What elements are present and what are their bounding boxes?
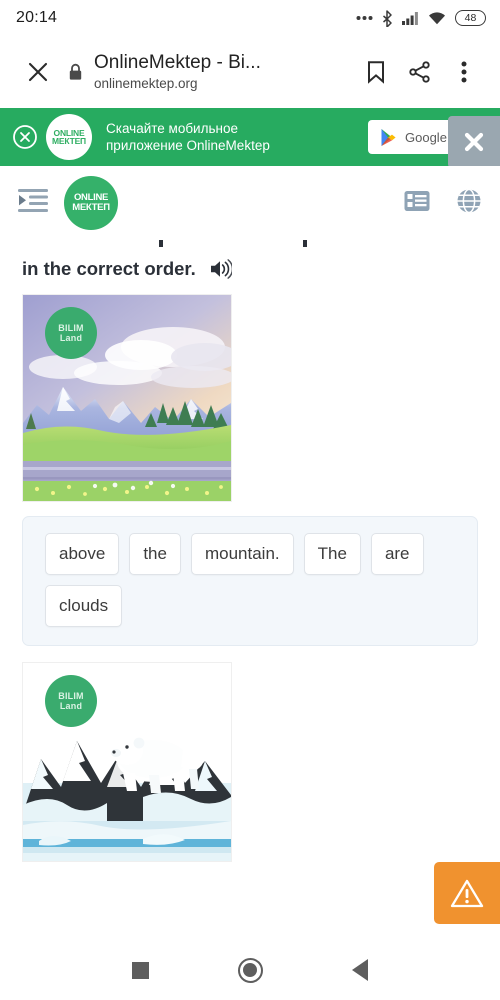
word-tile[interactable]: clouds bbox=[45, 585, 123, 627]
illustration-polar-bear-wrap: BILIM Land bbox=[22, 662, 478, 862]
android-navigation-bar bbox=[0, 940, 500, 1000]
battery-indicator: 48 bbox=[455, 10, 486, 26]
badge-line1: BILIM bbox=[58, 322, 84, 333]
ad-close-overlay-button[interactable] bbox=[448, 116, 500, 166]
promo-text-line2: приложение OnlineMektep bbox=[106, 138, 270, 153]
language-globe-icon bbox=[457, 188, 481, 213]
word-tile[interactable]: the bbox=[129, 533, 181, 575]
bluetooth-icon bbox=[383, 9, 392, 27]
promo-message: Скачайте мобильное приложение OnlineMekt… bbox=[92, 120, 368, 154]
play-audio-button[interactable] bbox=[210, 259, 232, 279]
page-title: OnlineMektep - Bi... bbox=[94, 52, 261, 73]
triangle-back-icon bbox=[352, 959, 368, 981]
close-icon bbox=[28, 62, 48, 82]
more-vertical-icon bbox=[461, 61, 467, 83]
browser-menu-button[interactable] bbox=[442, 50, 486, 94]
word-bank[interactable]: above the mountain. The are clouds bbox=[22, 516, 478, 646]
app-logo-line2: МЕКТЕП bbox=[72, 202, 110, 213]
lesson-content: in the correct order. BILIM Land above t… bbox=[0, 240, 500, 862]
status-icon-group: 48 bbox=[356, 9, 486, 27]
clipped-text-row bbox=[22, 240, 478, 256]
speaker-icon bbox=[210, 259, 232, 279]
back-button[interactable] bbox=[305, 959, 415, 981]
content-list-icon bbox=[404, 190, 430, 211]
status-clock: 20:14 bbox=[16, 9, 58, 26]
badge-line2: Land bbox=[59, 333, 83, 343]
promo-text-line1: Скачайте мобильное bbox=[106, 121, 238, 136]
clipped-glyph-right bbox=[303, 240, 307, 247]
badge-line1: BILIM bbox=[58, 690, 84, 701]
browser-actions bbox=[354, 50, 486, 94]
promo-logo-line2: МЕКТЕП bbox=[52, 136, 86, 146]
circle-icon bbox=[237, 957, 263, 983]
report-problem-button[interactable] bbox=[434, 862, 500, 924]
language-button[interactable] bbox=[456, 188, 482, 219]
illustration-polar-bear[interactable]: BILIM Land bbox=[22, 662, 232, 862]
app-header-actions bbox=[404, 188, 482, 219]
promo-app-logo: ONLINE МЕКТЕП bbox=[46, 114, 92, 160]
page-host: onlinemektep.org bbox=[94, 76, 198, 91]
question-text: in the correct order. bbox=[22, 258, 196, 279]
app-header: ONLINE МЕКТЕП bbox=[0, 166, 500, 240]
square-icon bbox=[131, 961, 149, 979]
word-tile[interactable]: are bbox=[370, 533, 424, 575]
app-logo[interactable]: ONLINE МЕКТЕП bbox=[64, 176, 118, 230]
promo-dismiss-button[interactable] bbox=[12, 124, 38, 150]
bookmark-icon bbox=[368, 61, 384, 84]
badge-line2: Land bbox=[59, 701, 83, 711]
bilim-land-badge: BILIM Land bbox=[45, 675, 97, 727]
share-button[interactable] bbox=[398, 50, 442, 94]
bookmark-button[interactable] bbox=[354, 50, 398, 94]
word-tile[interactable]: above bbox=[45, 533, 120, 575]
home-button[interactable] bbox=[195, 957, 305, 983]
close-icon bbox=[464, 132, 484, 152]
recent-apps-button[interactable] bbox=[85, 961, 195, 979]
sidebar-toggle-button[interactable] bbox=[18, 188, 48, 219]
lock-icon bbox=[69, 63, 81, 80]
battery-level: 48 bbox=[464, 12, 477, 24]
cellular-signal-icon bbox=[402, 12, 418, 25]
clipped-glyph-left bbox=[159, 240, 163, 247]
question-prompt: in the correct order. bbox=[22, 256, 478, 294]
indent-list-icon bbox=[18, 188, 48, 212]
browser-toolbar: OnlineMektep - Bi... onlinemektep.org bbox=[0, 36, 500, 108]
site-security-lock[interactable] bbox=[60, 63, 90, 81]
illustration-mountain-landscape[interactable]: BILIM Land bbox=[22, 294, 232, 502]
share-icon bbox=[409, 61, 430, 83]
phone-screen: 20:14 48 OnlineMektep - Bi... onlinemekt… bbox=[0, 0, 500, 1000]
status-bar: 20:14 48 bbox=[0, 0, 500, 36]
content-list-button[interactable] bbox=[404, 189, 430, 218]
bilim-land-badge: BILIM Land bbox=[45, 307, 97, 359]
word-tile[interactable]: The bbox=[303, 533, 361, 575]
word-tile[interactable]: mountain. bbox=[190, 533, 294, 575]
warning-triangle-icon bbox=[450, 879, 484, 908]
app-promo-banner: ONLINE МЕКТЕП Скачайте мобильное приложе… bbox=[0, 108, 500, 166]
more-dots-icon bbox=[356, 16, 373, 20]
address-bar[interactable]: OnlineMektep - Bi... onlinemektep.org bbox=[90, 51, 354, 93]
close-circle-icon bbox=[13, 125, 37, 149]
wifi-icon bbox=[429, 12, 445, 25]
app-header-left: ONLINE МЕКТЕП bbox=[18, 176, 118, 230]
close-tab-button[interactable] bbox=[16, 50, 60, 94]
google-play-icon bbox=[381, 128, 396, 146]
